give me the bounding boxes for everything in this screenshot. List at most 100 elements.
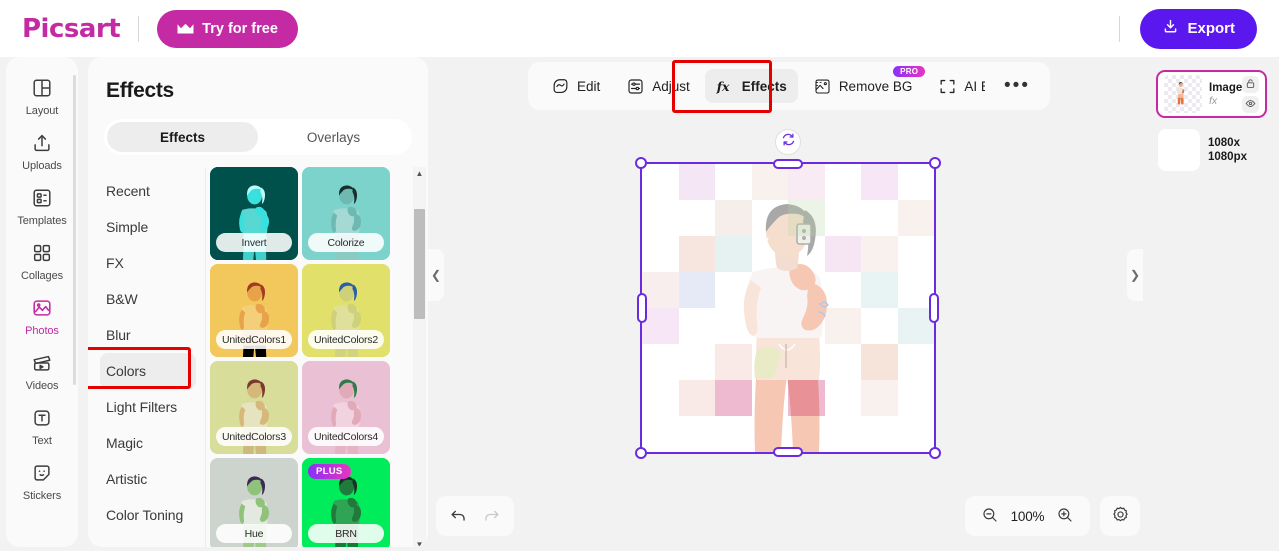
tool-adjust[interactable]: Adjust [615,69,701,103]
redo-button[interactable] [477,501,507,531]
category-blur[interactable]: Blur [106,317,205,353]
category-simple[interactable]: Simple [106,209,205,245]
toggle-layer-visibility-button[interactable] [1242,95,1259,113]
sidebar-label-photos: Photos [25,325,59,337]
tab-effects[interactable]: Effects [107,122,258,152]
selected-image-layer[interactable] [635,129,941,459]
tool-label-remove-bg: Remove BG [838,78,913,94]
effect-label: BRN [308,524,384,543]
sidebar-item-photos[interactable]: Photos [10,289,74,342]
app-header: Picsart Try for free Export [0,0,1279,57]
canvas-settings-button[interactable] [1100,496,1140,536]
category-artistic[interactable]: Artistic [106,461,205,497]
rotate-icon [781,132,796,152]
tab-overlays[interactable]: Overlays [258,122,409,152]
photos-icon [29,295,55,321]
effects-scrollbar[interactable]: ▲ ▼ [413,167,426,547]
sidebar-item-collages[interactable]: Collages [10,234,74,287]
collapse-right-panel-button[interactable]: ❯ [1127,249,1143,301]
checker-cell [824,236,861,272]
resize-handle-right[interactable] [929,293,939,323]
resize-handle-top[interactable] [773,159,803,169]
checker-cell [715,344,752,380]
effect-thumbnail[interactable]: UnitedColors2 [302,264,390,357]
sidebar-item-uploads[interactable]: Uploads [10,124,74,177]
effect-thumbnail[interactable]: UnitedColors4 [302,361,390,454]
left-sidebar: Layout Uploads Templates Collages Photos… [6,57,78,547]
history-controls [436,496,514,536]
effect-thumbnail[interactable]: Invert [210,167,298,260]
triangle-down-icon[interactable]: ▼ [416,538,424,547]
undo-button[interactable] [444,501,474,531]
gear-icon [1111,505,1130,527]
remove-bg-icon [813,77,832,96]
layer-meta: Image fx [1209,82,1242,107]
category-magic[interactable]: Magic [106,425,205,461]
sidebar-item-videos[interactable]: Videos [10,344,74,397]
eye-icon [1245,97,1256,112]
category-color-toning[interactable]: Color Toning [106,497,205,533]
checker-cell [824,200,861,236]
category-colors[interactable]: Colors [100,353,196,389]
effects-grid-wrap: Invert Colorize UnitedColors1 UnitedColo… [206,167,428,547]
triangle-up-icon[interactable]: ▲ [416,167,424,181]
sidebar-item-stickers[interactable]: Stickers [10,454,74,507]
effect-thumbnail[interactable]: Colorize [302,167,390,260]
zoom-out-icon [981,506,999,527]
lock-layer-button[interactable] [1242,75,1259,93]
sidebar-item-layout[interactable]: Layout [10,69,74,122]
checker-cell [897,416,934,452]
more-options-button[interactable]: ••• [985,62,1049,110]
resize-handle-left[interactable] [637,293,647,323]
sidebar-item-text[interactable]: Text [10,399,74,452]
rotate-handle[interactable] [775,129,801,155]
text-icon [29,405,55,431]
zoom-out-button[interactable] [975,501,1005,531]
resize-handle-top-left[interactable] [635,157,647,169]
tool-remove-bg[interactable]: Remove BG PRO [802,66,926,103]
category-light-filters[interactable]: Light Filters [106,389,205,425]
category-bw[interactable]: B&W [106,281,205,317]
scrollbar-thumb[interactable] [414,209,425,319]
tool-effects[interactable]: fx Effects [704,69,798,103]
picsart-editor: Picsart Try for free Export Layout Uploa… [0,0,1279,551]
try-for-free-button[interactable]: Try for free [157,9,298,48]
category-fx[interactable]: FX [106,245,205,281]
resize-handle-top-right[interactable] [929,157,941,169]
scrollbar-track[interactable] [413,181,426,538]
checker-cell [642,200,679,236]
checker-cell [751,344,788,380]
export-button[interactable]: Export [1140,8,1257,49]
checker-cell [751,164,788,200]
checker-cell [861,344,898,380]
effect-thumbnail[interactable]: UnitedColors1 [210,264,298,357]
checker-cell [788,308,825,344]
effect-label: Hue [216,524,292,543]
resize-handle-bottom[interactable] [773,447,803,457]
checker-cell [824,164,861,200]
document-size-card[interactable]: 1080x 1080px [1156,124,1267,176]
tool-edit[interactable]: Edit [540,69,611,103]
sidebar-scrollbar[interactable] [73,75,76,385]
category-recent[interactable]: Recent [106,173,205,209]
effect-thumbnail[interactable]: PLUS BRN [302,458,390,547]
effect-thumbnail[interactable]: UnitedColors3 [210,361,298,454]
picsart-logo[interactable]: Picsart [22,14,121,44]
checker-cell [861,380,898,416]
zoom-in-button[interactable] [1050,501,1080,531]
sidebar-item-templates[interactable]: Templates [10,179,74,232]
lock-icon [1245,77,1256,92]
checker-cell [715,416,752,452]
checker-cell [751,200,788,236]
effect-categories: Recent Simple FX B&W Blur Colors Light F… [88,167,206,547]
effect-label: UnitedColors4 [308,427,384,446]
try-for-free-label: Try for free [202,20,278,37]
checker-cell [642,416,679,452]
resize-handle-bottom-left[interactable] [635,447,647,459]
checker-cell [678,380,715,416]
layer-item-image[interactable]: Image fx [1156,70,1267,118]
sidebar-label-videos: Videos [25,380,59,392]
resize-handle-bottom-right[interactable] [929,447,941,459]
adjust-icon [626,77,645,96]
effect-thumbnail[interactable]: Hue [210,458,298,547]
